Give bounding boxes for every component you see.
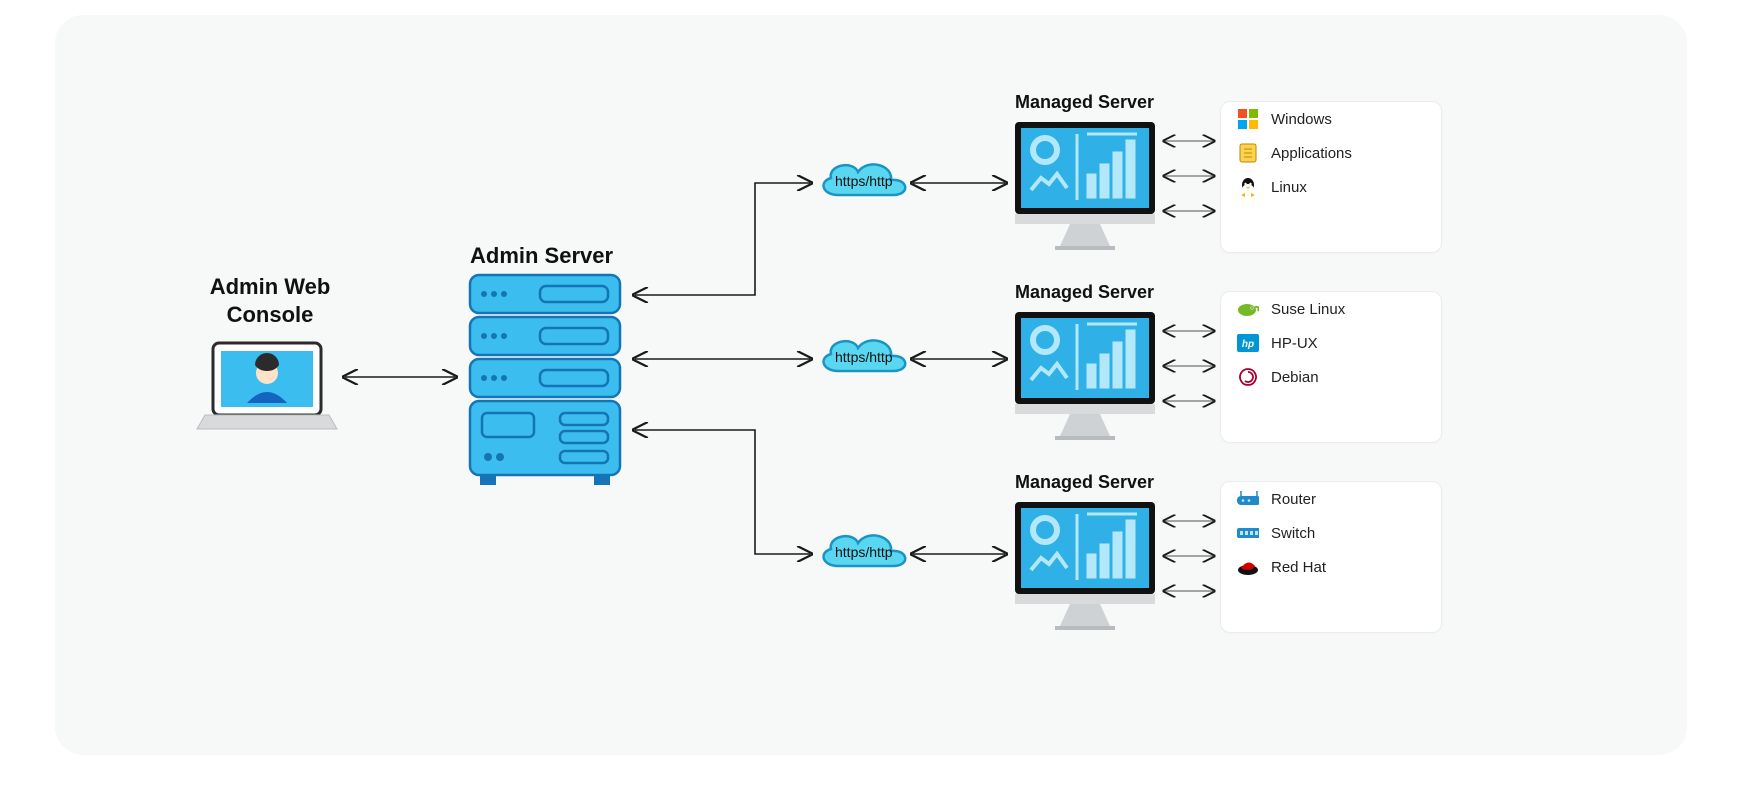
redhat-icon <box>1237 557 1259 577</box>
svg-text:hp: hp <box>1242 339 1254 350</box>
router-icon <box>1237 489 1259 509</box>
protocol-label-2: https/http <box>835 349 893 365</box>
system-label: Windows <box>1271 111 1332 128</box>
server-rack-icon <box>470 275 620 485</box>
system-row-suse: Suse Linux <box>1221 292 1441 326</box>
managed-server-title-3: Managed Server <box>1015 472 1154 493</box>
system-row-debian: Debian <box>1221 360 1441 394</box>
connector-server-cloud-3 <box>635 430 810 554</box>
admin-web-console-title: Admin Web Console <box>170 273 370 328</box>
system-label: HP-UX <box>1271 335 1318 352</box>
system-row-windows: Windows <box>1221 102 1441 136</box>
diagram-svg <box>55 15 1687 755</box>
applications-icon <box>1237 143 1259 163</box>
laptop-icon <box>197 343 337 429</box>
system-box-3: Router Switch Red Hat <box>1220 481 1442 633</box>
system-label: Debian <box>1271 369 1319 386</box>
system-box-2: Suse Linux hp HP-UX Debian <box>1220 291 1442 443</box>
hpux-icon: hp <box>1237 333 1259 353</box>
system-row-hpux: hp HP-UX <box>1221 326 1441 360</box>
protocol-label-1: https/http <box>835 173 893 189</box>
managed-server-title-1: Managed Server <box>1015 92 1154 113</box>
system-label: Linux <box>1271 179 1307 196</box>
switch-icon <box>1237 523 1259 543</box>
system-label: Router <box>1271 491 1316 508</box>
protocol-label-3: https/http <box>835 544 893 560</box>
windows-icon <box>1237 109 1259 129</box>
system-row-redhat: Red Hat <box>1221 550 1441 584</box>
linux-icon <box>1237 177 1259 197</box>
debian-icon <box>1237 367 1259 387</box>
managed-server-monitor-2 <box>1015 312 1155 440</box>
managed-server-title-2: Managed Server <box>1015 282 1154 303</box>
system-row-applications: Applications <box>1221 136 1441 170</box>
managed-server-monitor-1 <box>1015 122 1155 250</box>
system-box-1: Windows Applications Linux <box>1220 101 1442 253</box>
system-row-linux: Linux <box>1221 170 1441 204</box>
suse-icon <box>1237 299 1259 319</box>
managed-server-monitor-3 <box>1015 502 1155 630</box>
system-label: Suse Linux <box>1271 301 1345 318</box>
diagram-panel: Admin Web Console Admin Server https/htt… <box>55 15 1687 755</box>
system-row-router: Router <box>1221 482 1441 516</box>
system-label: Switch <box>1271 525 1315 542</box>
admin-server-title: Admin Server <box>470 243 613 269</box>
system-row-switch: Switch <box>1221 516 1441 550</box>
connector-server-cloud-1 <box>635 183 810 295</box>
system-label: Applications <box>1271 145 1352 162</box>
system-label: Red Hat <box>1271 559 1326 576</box>
